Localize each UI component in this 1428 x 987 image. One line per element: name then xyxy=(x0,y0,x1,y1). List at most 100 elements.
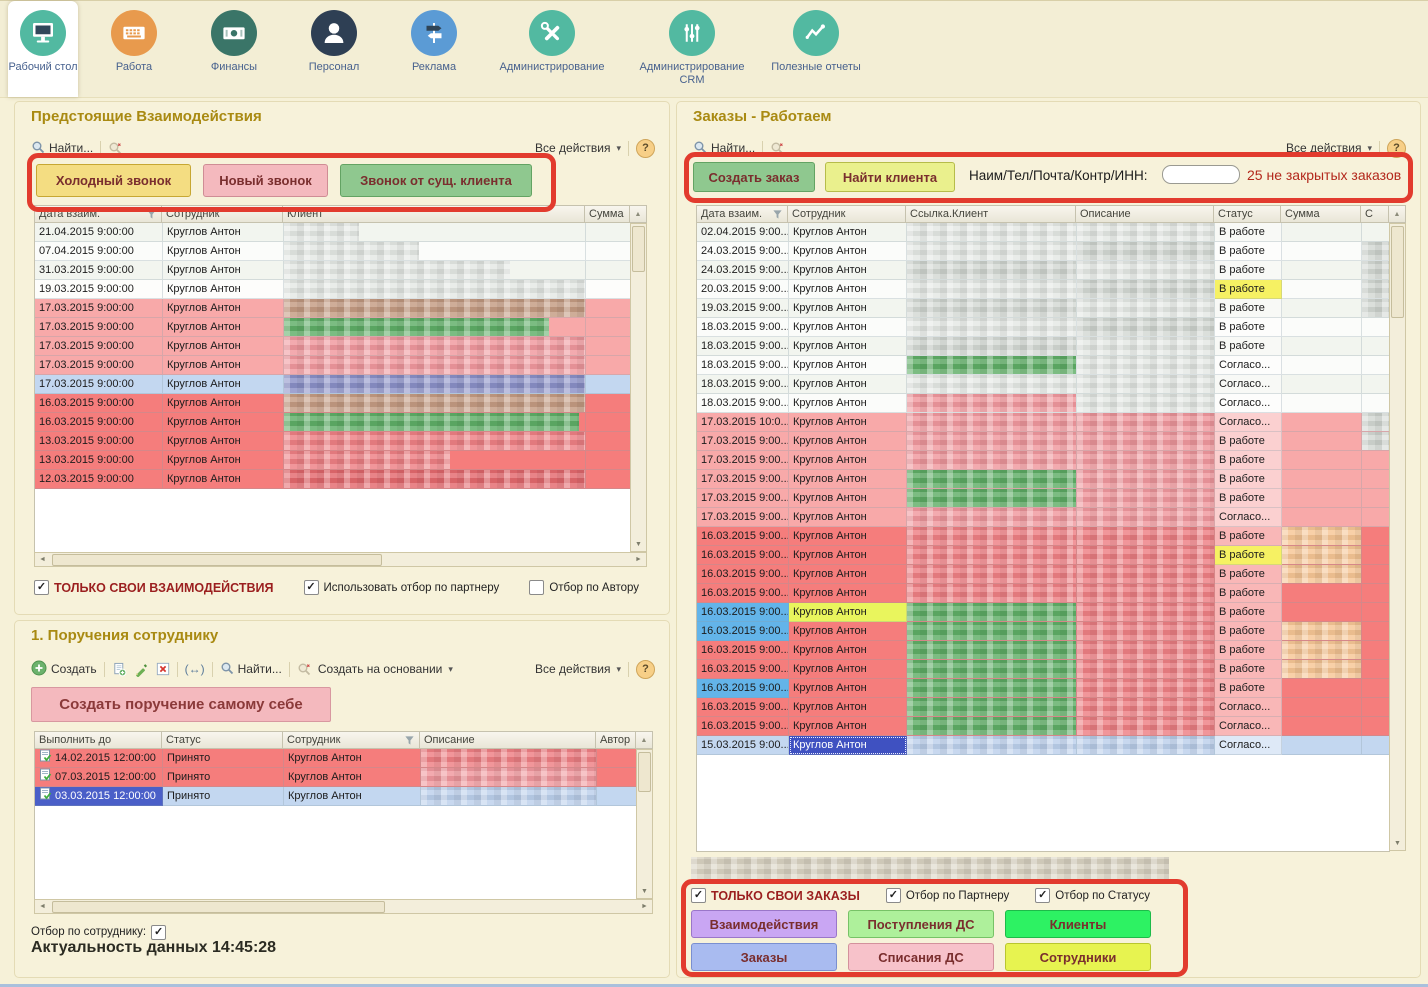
table-row[interactable]: 14.02.2015 12:00:00ПринятоКруглов Антон xyxy=(35,749,637,768)
table-row[interactable]: 18.03.2015 9:00...Круглов АнтонСогласо..… xyxy=(697,375,1390,394)
delete-button[interactable] xyxy=(156,662,170,676)
clear-search-icon[interactable] xyxy=(108,141,122,155)
column-header[interactable]: Клиент xyxy=(283,205,585,223)
column-header[interactable]: Сотрудник xyxy=(283,731,420,749)
vertical-scrollbar[interactable]: ▼ xyxy=(1389,223,1406,851)
table-row[interactable]: 17.03.2015 9:00:00Круглов Антон xyxy=(35,337,631,356)
table-row[interactable]: 24.03.2015 9:00...Круглов АнтонВ работе xyxy=(697,242,1390,261)
clients-nav-button[interactable]: Клиенты xyxy=(1005,910,1151,938)
all-actions-button[interactable]: Все действия▾ xyxy=(535,662,621,676)
table-row[interactable]: 18.03.2015 9:00...Круглов АнтонСогласо..… xyxy=(697,356,1390,375)
checkbox-only-own-interactions[interactable]: ✓ТОЛЬКО СВОИ ВЗАИМОДЕЙСТВИЯ xyxy=(34,580,274,595)
sort-up-icon[interactable]: ▲ xyxy=(630,205,647,223)
table-row[interactable]: 16.03.2015 9:00...Круглов АнтонВ работе xyxy=(697,660,1390,679)
column-header[interactable]: Выполнить до xyxy=(34,731,162,749)
table-row[interactable]: 16.03.2015 9:00:00Круглов Антон xyxy=(35,394,631,413)
cold-call-button[interactable]: Холодный звонок xyxy=(36,164,191,197)
table-row[interactable]: 19.03.2015 9:00:00Круглов Антон xyxy=(35,280,631,299)
column-header[interactable]: С xyxy=(1361,205,1389,223)
column-header[interactable]: Дата взаим. xyxy=(34,205,162,223)
copy-button[interactable] xyxy=(112,662,127,677)
checkbox-author-filter[interactable]: Отбор по Автору xyxy=(529,580,639,595)
tab-admin-crm[interactable]: Администрирование CRM xyxy=(626,1,758,97)
tab-work[interactable]: Работа xyxy=(90,1,178,97)
tab-ads[interactable]: Реклама xyxy=(390,1,478,97)
column-header[interactable]: Ссылка.Клиент xyxy=(906,205,1076,223)
table-row[interactable]: 16.03.2015 9:00...Круглов АнтонВ работе xyxy=(697,641,1390,660)
table-row[interactable]: 17.03.2015 9:00...Круглов АнтонВ работе xyxy=(697,432,1390,451)
employees-nav-button[interactable]: Сотрудники xyxy=(1005,943,1151,971)
sort-up-icon[interactable]: ▲ xyxy=(1389,205,1406,223)
table-row[interactable]: 18.03.2015 9:00...Круглов АнтонВ работе xyxy=(697,337,1390,356)
horizontal-scrollbar[interactable]: ◄► xyxy=(34,899,653,914)
table-row[interactable]: 16.03.2015 9:00...Круглов АнтонВ работе xyxy=(697,622,1390,641)
help-button[interactable]: ? xyxy=(636,139,655,158)
table-row[interactable]: 16.03.2015 9:00...Круглов АнтонВ работе xyxy=(697,584,1390,603)
tab-admin[interactable]: Администрирование xyxy=(490,1,614,97)
all-actions-button[interactable]: Все действия▾ xyxy=(535,141,621,155)
table-row[interactable]: 16.03.2015 9:00...Круглов АнтонВ работе xyxy=(697,603,1390,622)
column-header[interactable]: Описание xyxy=(1076,205,1214,223)
table-row[interactable]: 24.03.2015 9:00...Круглов АнтонВ работе xyxy=(697,261,1390,280)
scroll-left-icon[interactable]: ◄ xyxy=(35,903,50,910)
table-row[interactable]: 16.03.2015 9:00...Круглов АнтонВ работе xyxy=(697,527,1390,546)
tab-reports[interactable]: Полезные отчеты xyxy=(770,1,862,97)
find-button[interactable]: Найти... xyxy=(31,140,93,157)
table-row[interactable]: 12.03.2015 9:00:00Круглов Антон xyxy=(35,470,631,489)
table-row[interactable]: 20.03.2015 9:00...Круглов АнтонВ работе xyxy=(697,280,1390,299)
create-based-on-button[interactable]: Создать на основании▾ xyxy=(318,662,453,676)
table-row[interactable]: 16.03.2015 9:00:00Круглов Антон xyxy=(35,413,631,432)
table-row[interactable]: 16.03.2015 9:00...Круглов АнтонВ работе xyxy=(697,565,1390,584)
find-button[interactable]: Найти... xyxy=(220,661,282,678)
existing-client-call-button[interactable]: Звонок от сущ. клиента xyxy=(340,164,532,197)
scroll-down-icon[interactable]: ▼ xyxy=(637,884,652,898)
column-header[interactable]: Статус xyxy=(162,731,283,749)
scroll-down-icon[interactable]: ▼ xyxy=(1390,836,1405,850)
column-header[interactable]: Сумма xyxy=(585,205,630,223)
table-row[interactable]: 16.03.2015 9:00...Круглов АнтонВ работе xyxy=(697,546,1390,565)
table-row[interactable]: 13.03.2015 9:00:00Круглов Антон xyxy=(35,451,631,470)
edit-pencil-icon[interactable] xyxy=(134,662,149,677)
checkbox-partner-filter[interactable]: ✓Использовать отбор по партнеру xyxy=(304,580,500,595)
tab-personnel[interactable]: Персонал xyxy=(290,1,378,97)
table-row[interactable]: 17.03.2015 9:00:00Круглов Антон xyxy=(35,375,631,394)
horizontal-scrollbar[interactable]: ◄► xyxy=(34,552,647,567)
table-row[interactable]: 17.03.2015 9:00...Круглов АнтонСогласо..… xyxy=(697,508,1390,527)
column-header[interactable]: Статус xyxy=(1214,205,1281,223)
column-header[interactable]: Сотрудник xyxy=(788,205,906,223)
checkbox-order-status-filter[interactable]: ✓Отбор по Статусу xyxy=(1035,888,1150,903)
scroll-down-icon[interactable]: ▼ xyxy=(631,537,646,551)
table-row[interactable]: 17.03.2015 9:00...Круглов АнтонВ работе xyxy=(697,470,1390,489)
find-button[interactable]: Найти... xyxy=(693,140,755,157)
table-row[interactable]: 17.03.2015 9:00...Круглов АнтонВ работе xyxy=(697,489,1390,508)
table-row[interactable]: 17.03.2015 9:00...Круглов АнтонВ работе xyxy=(697,451,1390,470)
interactions-nav-button[interactable]: Взаимодействия xyxy=(691,910,837,938)
column-header[interactable]: Дата взаим. xyxy=(696,205,788,223)
set-interval-button[interactable]: (↔) xyxy=(185,662,205,676)
tab-desktop[interactable]: Рабочий стол xyxy=(8,1,78,97)
column-header[interactable]: Сумма xyxy=(1281,205,1361,223)
table-row[interactable]: 17.03.2015 10:0...Круглов АнтонСогласо..… xyxy=(697,413,1390,432)
ds-receipts-nav-button[interactable]: Поступления ДС xyxy=(848,910,994,938)
table-row[interactable]: 18.03.2015 9:00...Круглов АнтонСогласо..… xyxy=(697,394,1390,413)
vertical-scrollbar[interactable]: ▼ xyxy=(630,223,647,552)
table-row[interactable]: 13.03.2015 9:00:00Круглов Антон xyxy=(35,432,631,451)
table-row[interactable]: 31.03.2015 9:00:00Круглов Антон xyxy=(35,261,631,280)
find-client-button[interactable]: Найти клиента xyxy=(825,162,955,192)
table-row[interactable]: 19.03.2015 9:00...Круглов АнтонВ работе xyxy=(697,299,1390,318)
help-button[interactable]: ? xyxy=(1387,139,1406,158)
table-row[interactable]: 07.04.2015 9:00:00Круглов Антон xyxy=(35,242,631,261)
column-header[interactable]: Автор xyxy=(596,731,636,749)
checkbox-employee-filter[interactable]: Отбор по сотруднику:✓ xyxy=(31,925,166,940)
table-row[interactable]: 07.03.2015 12:00:00ПринятоКруглов Антон xyxy=(35,768,637,787)
table-row[interactable]: 15.03.2015 9:00...Круглов АнтонСогласо..… xyxy=(697,736,1390,755)
checkbox-only-own-orders[interactable]: ✓ТОЛЬКО СВОИ ЗАКАЗЫ xyxy=(691,888,860,903)
create-order-button[interactable]: Создать заказ xyxy=(693,162,815,192)
create-self-task-button[interactable]: Создать поручение самому себе xyxy=(31,687,331,722)
scroll-left-icon[interactable]: ◄ xyxy=(35,556,50,563)
clear-search-icon[interactable] xyxy=(770,141,784,155)
table-row[interactable]: 18.03.2015 9:00...Круглов АнтонВ работе xyxy=(697,318,1390,337)
table-row[interactable]: 16.03.2015 9:00...Круглов АнтонСогласо..… xyxy=(697,717,1390,736)
sort-up-icon[interactable]: ▲ xyxy=(636,731,653,749)
table-row[interactable]: 17.03.2015 9:00:00Круглов Антон xyxy=(35,356,631,375)
